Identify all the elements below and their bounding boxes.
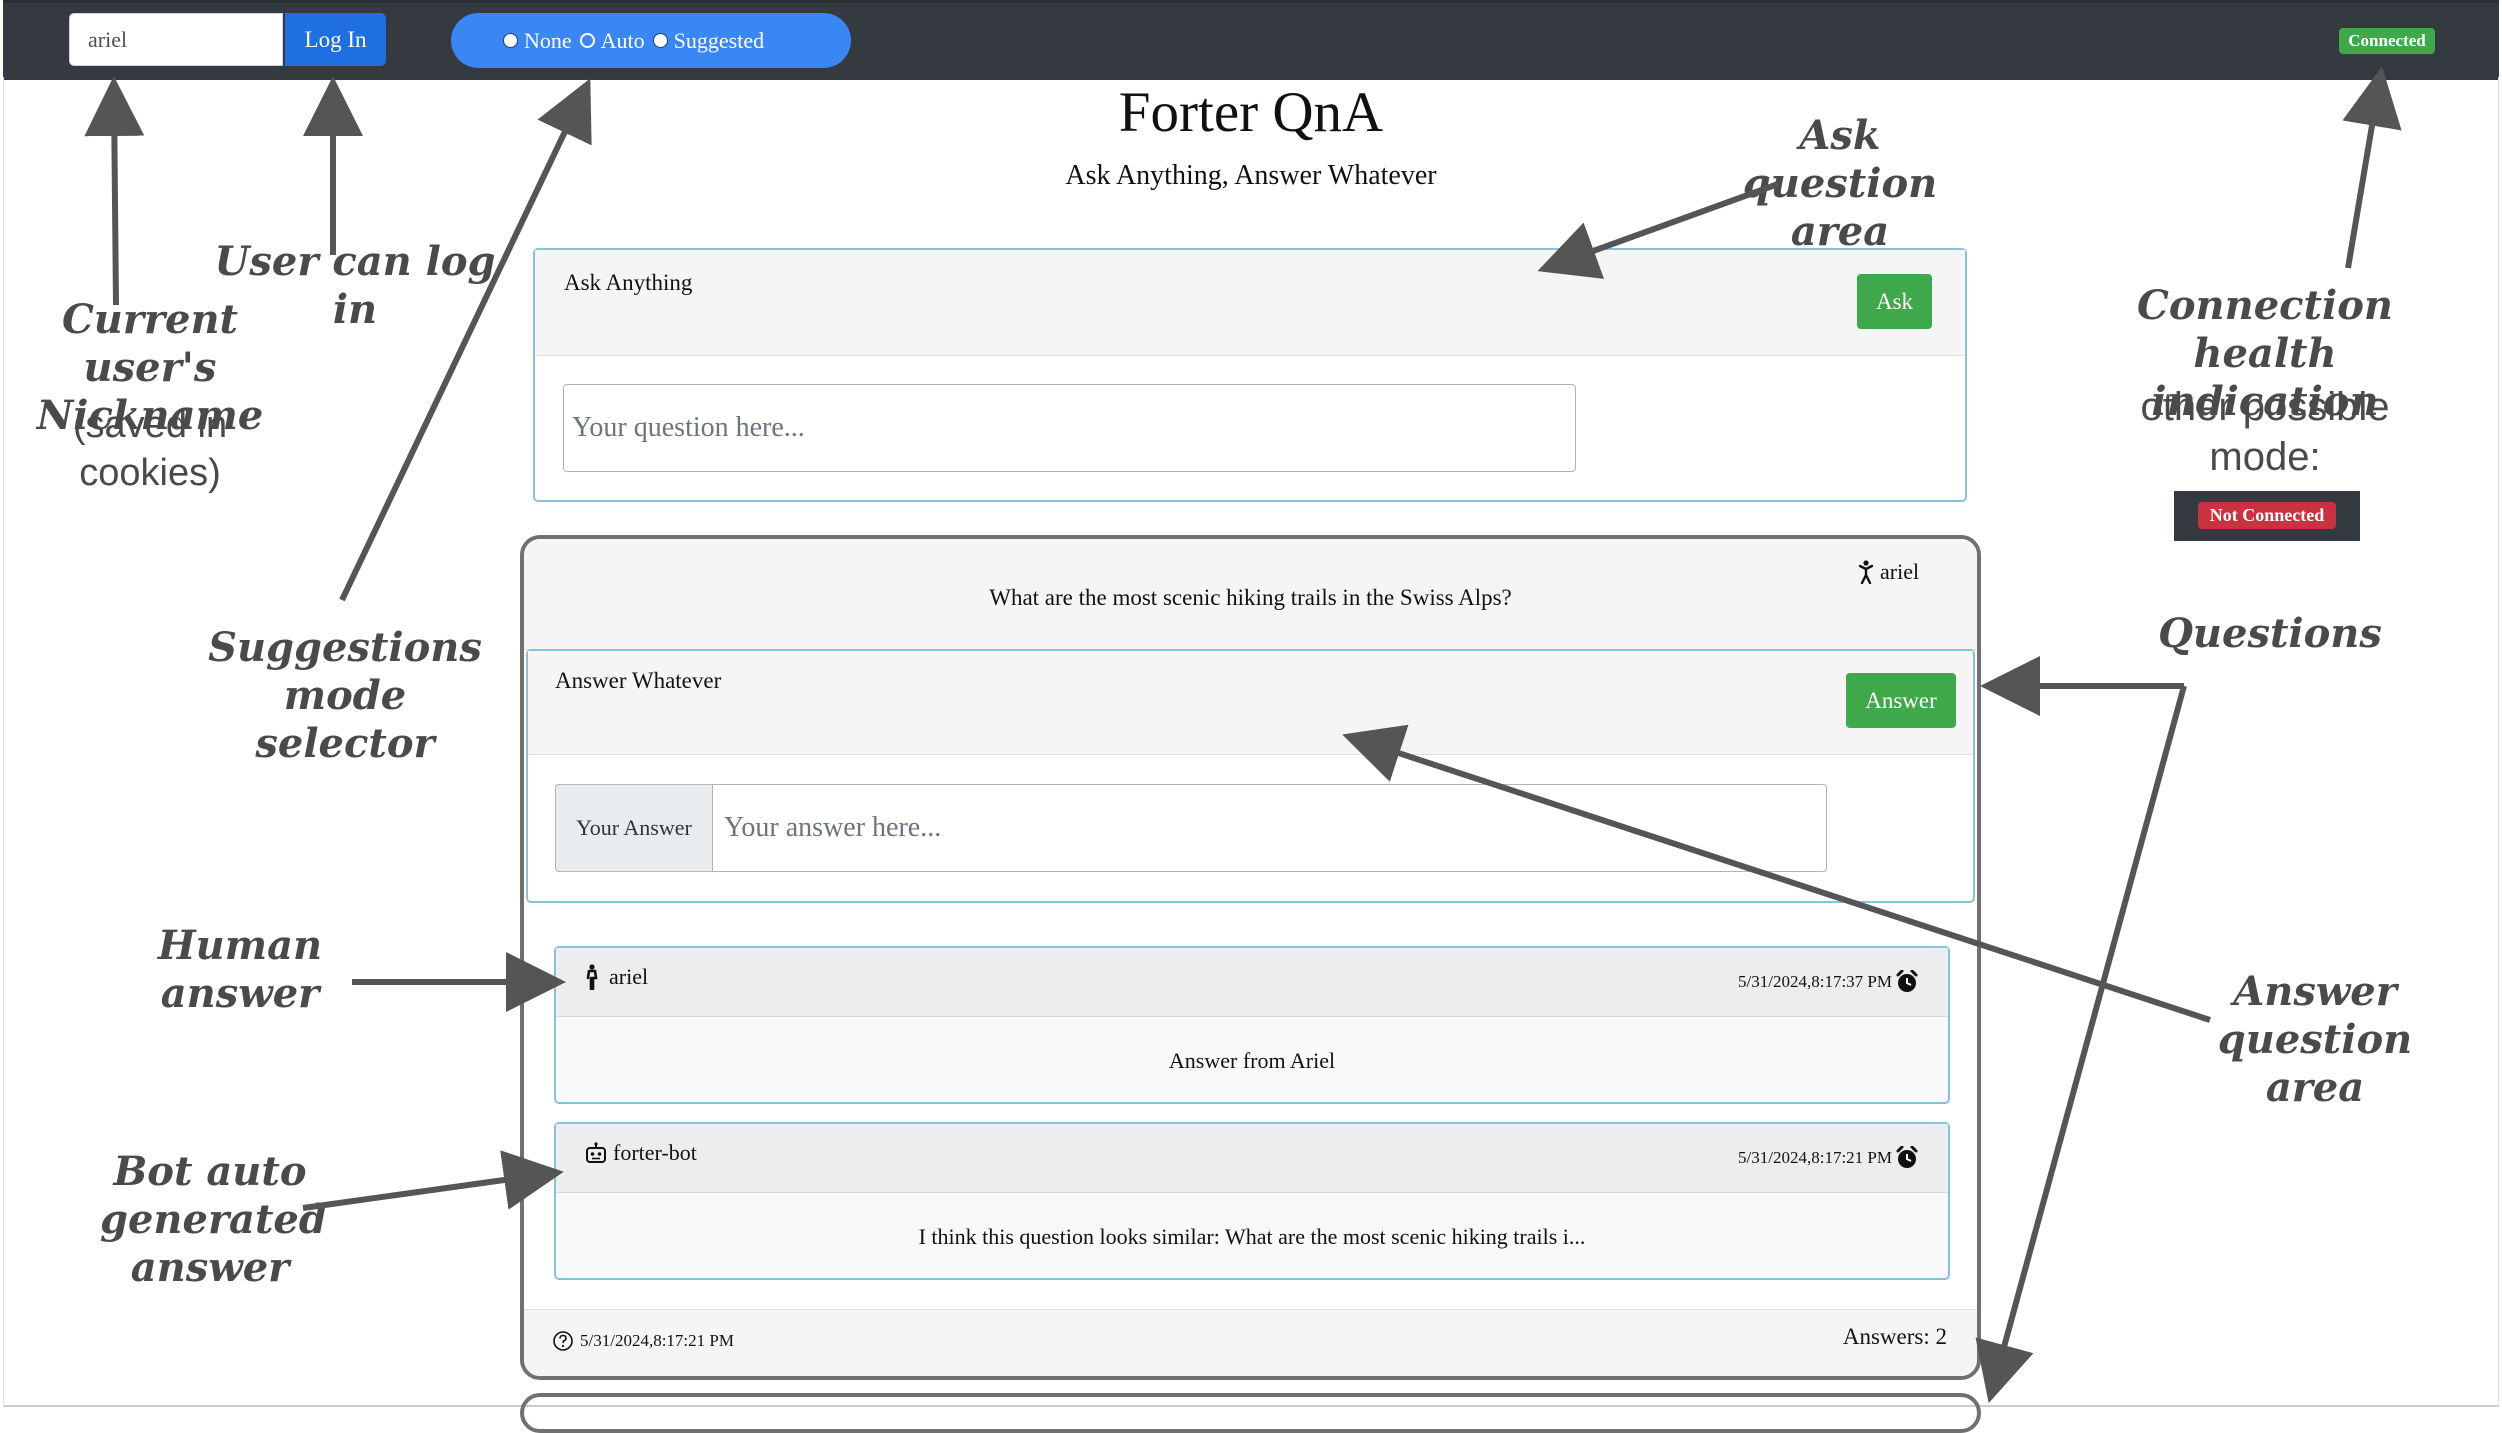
arrow-nickname	[84, 76, 145, 306]
arrow-ask-area	[1537, 181, 1780, 279]
annotation-arrows	[84, 66, 2402, 1404]
arrow-answer-area	[1342, 724, 2211, 1023]
arrow-suggestions	[339, 78, 592, 602]
arrow-connection	[2342, 66, 2402, 269]
arrow-bot-answer	[302, 1150, 564, 1211]
arrow-questions-bottom	[1975, 685, 2187, 1404]
